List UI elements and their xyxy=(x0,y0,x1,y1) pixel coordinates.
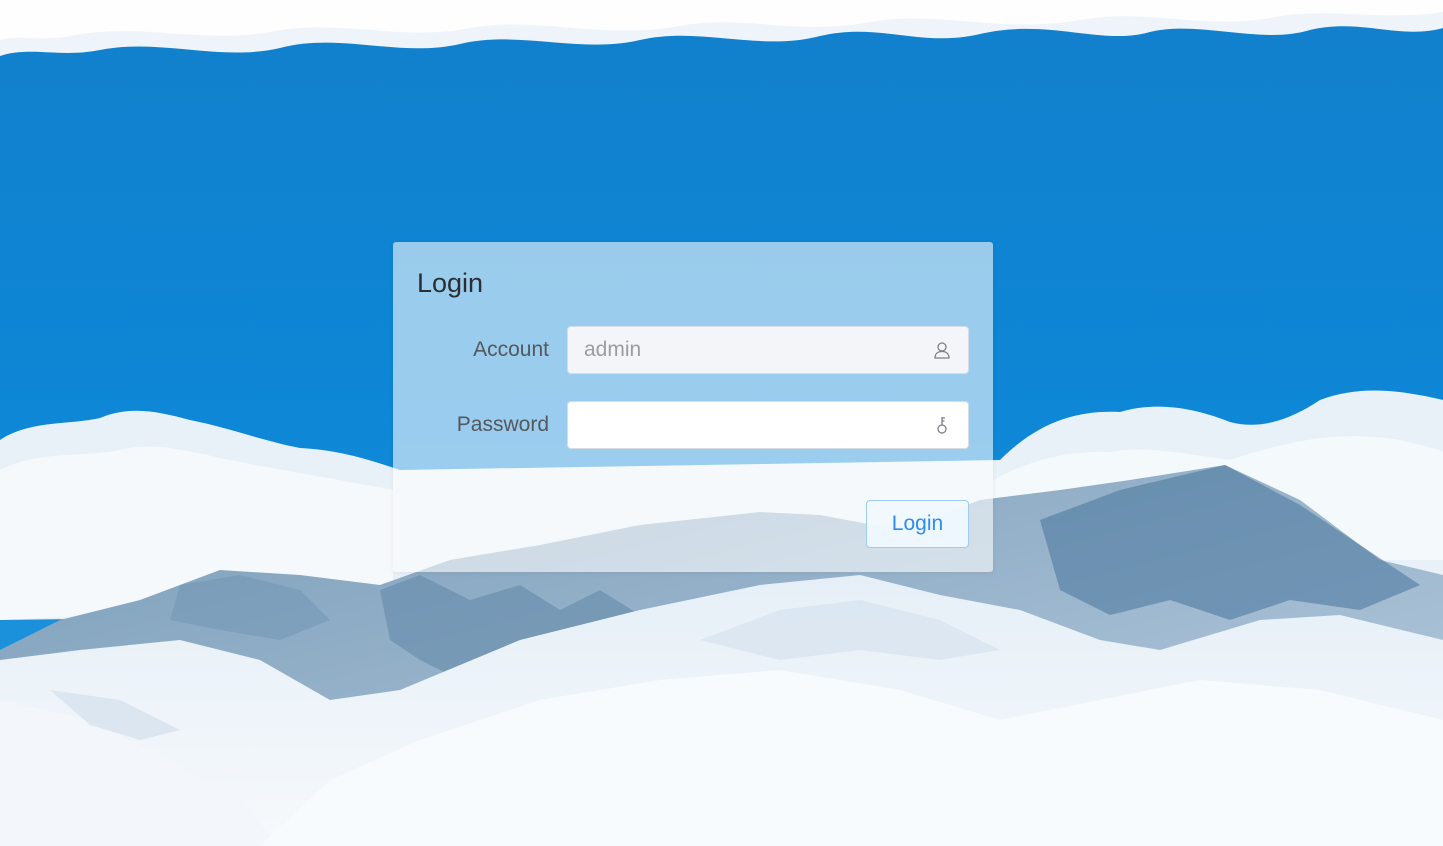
account-label: Account xyxy=(473,338,549,361)
password-row: Password xyxy=(393,401,993,449)
login-title: Login xyxy=(417,268,484,298)
account-input[interactable] xyxy=(568,327,928,373)
password-field[interactable] xyxy=(567,401,969,449)
login-card: Login Account Password Login xyxy=(393,242,993,572)
account-field[interactable] xyxy=(567,326,969,374)
key-icon xyxy=(932,415,952,435)
password-label: Password xyxy=(456,413,549,436)
login-button[interactable]: Login xyxy=(866,500,969,548)
account-row: Account xyxy=(393,326,993,374)
password-input[interactable] xyxy=(568,402,928,448)
user-icon xyxy=(932,340,952,360)
